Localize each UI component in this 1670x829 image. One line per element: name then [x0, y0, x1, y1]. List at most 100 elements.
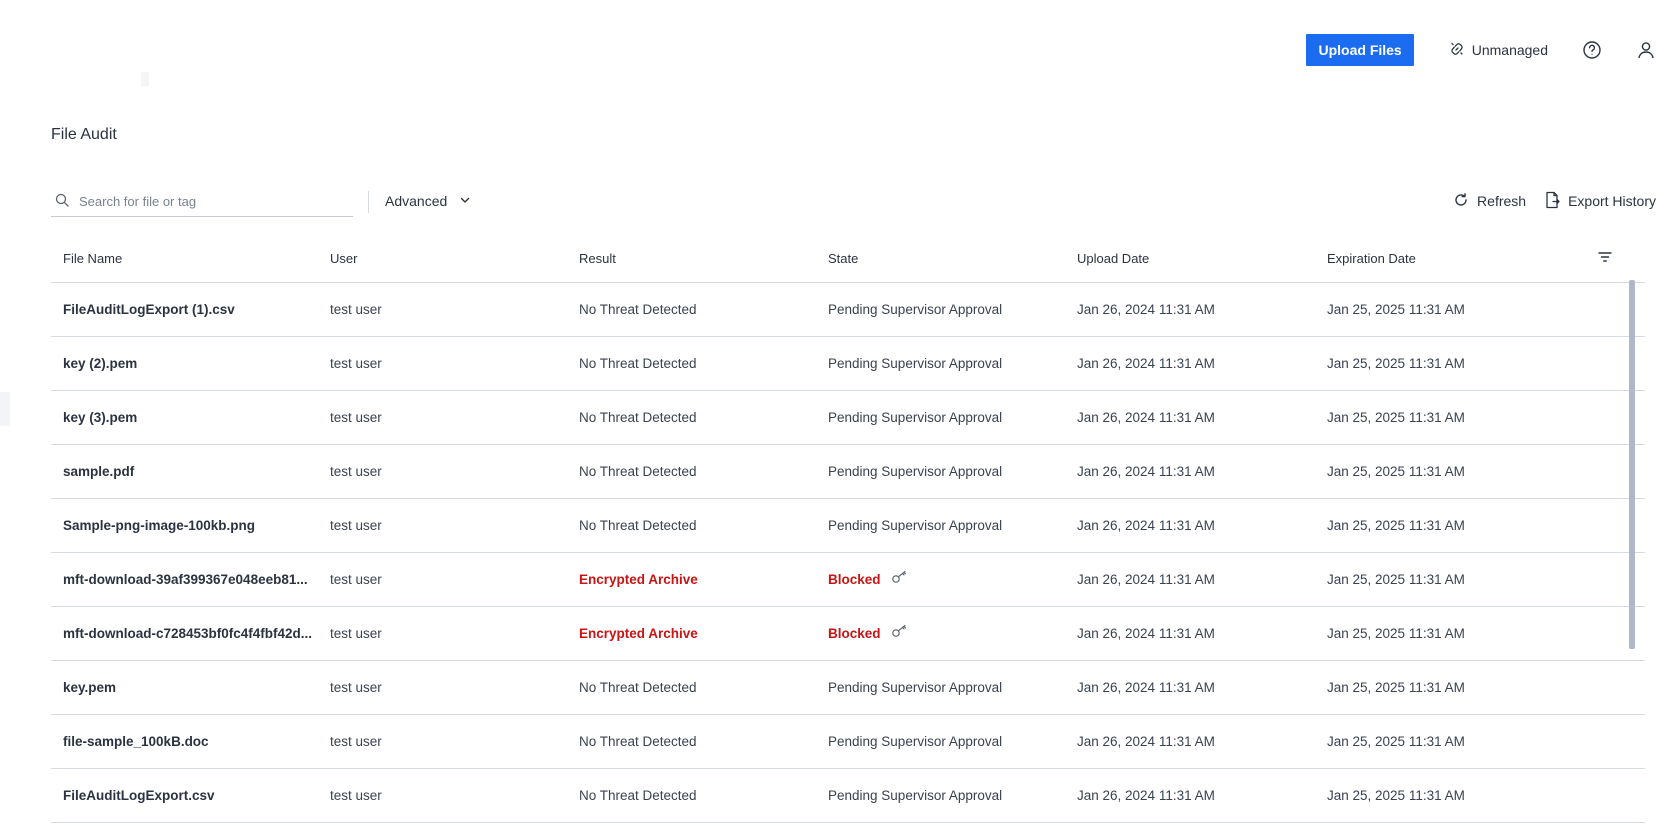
table-row[interactable]: key (3).pem test user No Threat Detected… [51, 391, 1645, 445]
unmanaged-link[interactable]: Unmanaged [1450, 42, 1548, 59]
user-icon[interactable] [1636, 40, 1656, 60]
ghost-mark [141, 72, 149, 86]
column-header-expiration-date[interactable]: Expiration Date [1327, 236, 1416, 282]
export-history-button[interactable]: Export History [1544, 191, 1656, 212]
user-cell: test user [330, 626, 382, 641]
expiration-date-cell: Jan 25, 2025 11:31 AM [1327, 572, 1465, 587]
upload-date-cell: Jan 26, 2024 11:31 AM [1077, 680, 1215, 695]
user-cell: test user [330, 356, 382, 371]
export-history-label: Export History [1568, 193, 1656, 209]
table-row[interactable]: file-sample_100kB.doc test user No Threa… [51, 715, 1645, 769]
upload-date-cell: Jan 26, 2024 11:31 AM [1077, 572, 1215, 587]
user-cell: test user [330, 302, 382, 317]
file-name-cell[interactable]: key.pem [63, 661, 116, 714]
expiration-date-cell: Jan 25, 2025 11:31 AM [1327, 788, 1465, 803]
upload-date-cell: Jan 26, 2024 11:31 AM [1077, 518, 1215, 533]
upload-date-cell: Jan 26, 2024 11:31 AM [1077, 302, 1215, 317]
state-cell: Pending Supervisor Approval [828, 410, 1003, 425]
expiration-date-cell: Jan 25, 2025 11:31 AM [1327, 464, 1465, 479]
key-icon[interactable] [891, 607, 909, 660]
column-header-result[interactable]: Result [579, 236, 616, 282]
table-row[interactable]: mft-download-39af399367e048eeb81... test… [51, 553, 1645, 607]
filter-icon[interactable] [1597, 249, 1613, 268]
refresh-label: Refresh [1477, 193, 1527, 209]
help-icon[interactable] [1582, 40, 1602, 60]
file-name-cell[interactable]: mft-download-c728453bf0fc4f4fbf42d... [63, 607, 312, 660]
search-input[interactable] [77, 192, 341, 210]
toolbar-divider [368, 191, 369, 213]
table-header: File Name User Result State Upload Date … [51, 236, 1645, 283]
table-row[interactable]: key (2).pem test user No Threat Detected… [51, 337, 1645, 391]
file-name-cell[interactable]: file-sample_100kB.doc [63, 715, 209, 768]
table-row[interactable]: Sample-png-image-100kb.png test user No … [51, 499, 1645, 553]
refresh-icon [1453, 192, 1469, 211]
upload-date-cell: Jan 26, 2024 11:31 AM [1077, 626, 1215, 641]
expiration-date-cell: Jan 25, 2025 11:31 AM [1327, 518, 1465, 533]
table-scrollbar[interactable] [1629, 280, 1635, 649]
table-row[interactable]: FileAuditLogExport.csv test user No Thre… [51, 769, 1645, 823]
upload-date-cell: Jan 26, 2024 11:31 AM [1077, 734, 1215, 749]
file-name-cell[interactable]: key (3).pem [63, 391, 137, 444]
file-audit-table: File Name User Result State Upload Date … [51, 236, 1645, 823]
column-header-file-name[interactable]: File Name [63, 236, 122, 282]
link-icon [1450, 42, 1464, 59]
result-cell: No Threat Detected [579, 518, 697, 533]
table-row[interactable]: sample.pdf test user No Threat Detected … [51, 445, 1645, 499]
file-name-cell[interactable]: FileAuditLogExport.csv [63, 769, 215, 822]
result-cell: Encrypted Archive [579, 626, 698, 641]
state-cell: Pending Supervisor Approval [828, 464, 1003, 479]
result-cell: No Threat Detected [579, 410, 697, 425]
export-icon [1544, 191, 1560, 212]
upload-date-cell: Jan 26, 2024 11:31 AM [1077, 788, 1215, 803]
state-cell: Blocked [828, 607, 909, 660]
user-cell: test user [330, 572, 382, 587]
table-row[interactable]: key.pem test user No Threat Detected Pen… [51, 661, 1645, 715]
table-row[interactable]: mft-download-c728453bf0fc4f4fbf42d... te… [51, 607, 1645, 661]
table-row[interactable]: FileAuditLogExport (1).csv test user No … [51, 283, 1645, 337]
toolbar-actions: Refresh Export History [1435, 186, 1656, 216]
upload-date-cell: Jan 26, 2024 11:31 AM [1077, 464, 1215, 479]
file-name-cell[interactable]: sample.pdf [63, 445, 134, 498]
column-header-user[interactable]: User [330, 236, 357, 282]
result-cell: No Threat Detected [579, 464, 697, 479]
expiration-date-cell: Jan 25, 2025 11:31 AM [1327, 680, 1465, 695]
result-cell: Encrypted Archive [579, 572, 698, 587]
user-cell: test user [330, 788, 382, 803]
advanced-dropdown[interactable]: Advanced [385, 186, 471, 216]
expiration-date-cell: Jan 25, 2025 11:31 AM [1327, 410, 1465, 425]
search-icon [51, 193, 69, 210]
refresh-button[interactable]: Refresh [1453, 192, 1526, 211]
page-title: File Audit [51, 126, 117, 143]
file-name-cell[interactable]: Sample-png-image-100kb.png [63, 499, 255, 552]
result-cell: No Threat Detected [579, 734, 697, 749]
unmanaged-label: Unmanaged [1471, 42, 1548, 58]
state-cell: Pending Supervisor Approval [828, 302, 1003, 317]
upload-files-button[interactable]: Upload Files [1306, 34, 1414, 66]
file-name-cell[interactable]: key (2).pem [63, 337, 137, 390]
user-cell: test user [330, 680, 382, 695]
advanced-label: Advanced [385, 193, 448, 209]
upload-date-cell: Jan 26, 2024 11:31 AM [1077, 356, 1215, 371]
expiration-date-cell: Jan 25, 2025 11:31 AM [1327, 626, 1465, 641]
expiration-date-cell: Jan 25, 2025 11:31 AM [1327, 302, 1465, 317]
file-name-cell[interactable]: FileAuditLogExport (1).csv [63, 283, 235, 336]
state-cell: Pending Supervisor Approval [828, 734, 1003, 749]
upload-date-cell: Jan 26, 2024 11:31 AM [1077, 410, 1215, 425]
key-icon[interactable] [891, 553, 909, 606]
user-cell: test user [330, 464, 382, 479]
top-bar: Upload Files Unmanaged [1306, 34, 1656, 66]
state-cell: Pending Supervisor Approval [828, 680, 1003, 695]
side-panel-edge [0, 392, 10, 426]
file-name-cell[interactable]: mft-download-39af399367e048eeb81... [63, 553, 308, 606]
column-header-state[interactable]: State [828, 236, 858, 282]
expiration-date-cell: Jan 25, 2025 11:31 AM [1327, 734, 1465, 749]
result-cell: No Threat Detected [579, 680, 697, 695]
state-cell: Pending Supervisor Approval [828, 788, 1003, 803]
table-toolbar: Advanced Refresh [51, 186, 1656, 218]
expiration-date-cell: Jan 25, 2025 11:31 AM [1327, 356, 1465, 371]
column-header-upload-date[interactable]: Upload Date [1077, 236, 1149, 282]
state-label: Blocked [828, 572, 881, 587]
state-cell: Pending Supervisor Approval [828, 518, 1003, 533]
user-cell: test user [330, 410, 382, 425]
result-cell: No Threat Detected [579, 788, 697, 803]
